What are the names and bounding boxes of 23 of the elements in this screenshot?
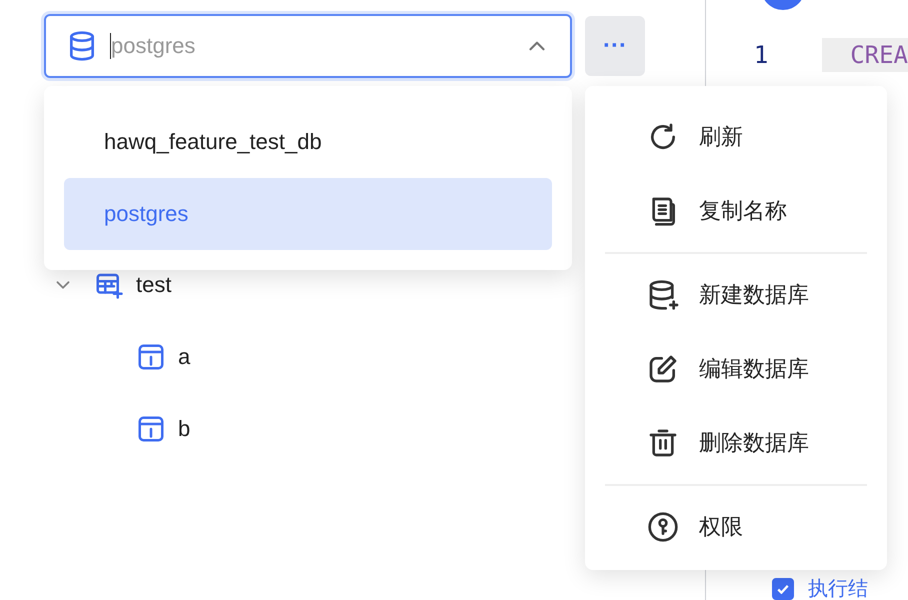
menu-item[interactable]: 新建数据库 [605,258,867,332]
menu-item[interactable]: 复制名称 [605,174,867,248]
trash-icon [647,427,679,459]
database-plus-icon [647,279,679,311]
menu-item[interactable]: 删除数据库 [605,406,867,480]
table-icon [136,342,166,372]
tree-item[interactable]: test [136,272,172,298]
more-button[interactable]: ··· [585,16,645,76]
check-icon [777,584,789,594]
checkbox[interactable] [772,578,794,600]
dropdown-option[interactable]: postgres [64,178,552,250]
results-tab[interactable]: 执行结 [808,578,868,600]
tree-item[interactable]: a [178,344,190,370]
key-icon [647,511,679,543]
tree-item[interactable]: b [178,416,190,442]
table-icon [136,414,166,444]
edit-icon [647,353,679,385]
line-number: 1 [752,41,770,69]
menu-item[interactable]: 权限 [605,490,867,564]
code-text: CREA [822,38,908,72]
dropdown-option[interactable]: hawq_feature_test_db [64,106,552,178]
menu-item[interactable]: 刷新 [605,100,867,174]
menu-item[interactable]: 编辑数据库 [605,332,867,406]
